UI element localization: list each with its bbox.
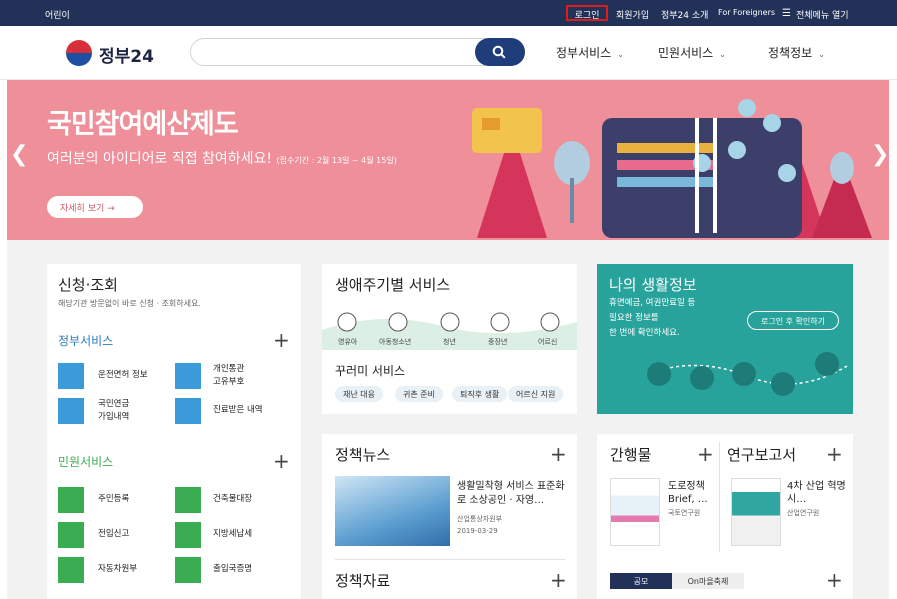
building-icon[interactable] (175, 487, 201, 513)
chevron-down-icon: ⌄ (818, 50, 825, 59)
login-link[interactable]: 로그인 (566, 5, 608, 21)
foreigners-link[interactable]: For Foreigners (718, 8, 775, 17)
stage-middle-age[interactable]: 중장년 (488, 337, 507, 347)
gov-service-pension[interactable]: 국민연금 가입내역 (98, 398, 129, 424)
nav-civil-services[interactable]: 민원서비스 ⌄ (658, 44, 726, 61)
apply-desc: 해당기관 방문없이 바로 신청 · 조회하세요. (58, 299, 201, 308)
mylife-desc: 휴면예금, 여권만료일 등 필요한 정보를 한 번에 확인하세요. (609, 298, 696, 338)
search-doc-icon[interactable] (175, 398, 201, 424)
stage-young-adult[interactable]: 청년 (443, 337, 456, 347)
kids-link[interactable]: 어린이 (45, 8, 70, 21)
banner-title: 국민참여예산제도 (47, 109, 239, 140)
policy-data-title: 정책자료 (335, 572, 391, 590)
utility-bar: 어린이 로그인 회원가입 정부24 소개 For Foreigners ☰ 전체… (0, 0, 897, 26)
search-icon (492, 45, 506, 59)
reports-more-plus-icon[interactable]: + (826, 444, 843, 464)
gov-service-customs[interactable]: 개인통관 고유부호 (213, 363, 244, 389)
id-card-icon[interactable] (175, 363, 201, 389)
hero-banner[interactable]: ❮ ❯ 국민참여예산제도 여러분의 아이디어로 직접 참여하세요! (접수기간 … (7, 80, 889, 240)
civil-services-heading[interactable]: 민원서비스 (58, 453, 113, 470)
apply-title: 신청·조회 (58, 276, 118, 294)
civil-service-immigration[interactable]: 출입국증명 (213, 563, 252, 576)
nav-gov-services[interactable]: 정부서비스 ⌄ (556, 44, 624, 61)
budget-illustration (472, 99, 872, 238)
policy-news-card: 정책뉴스 + 생활밀착형 서비스 표준화로 소상공인 · 자영… 산업통상자원부… (322, 434, 577, 599)
gov-service-license[interactable]: 운전면허 정보 (98, 369, 148, 382)
search-input[interactable] (190, 38, 525, 66)
bundle-retire[interactable]: 퇴직후 생활 (452, 386, 508, 402)
banner-detail-button[interactable]: 자세히 보기 → (47, 196, 143, 218)
civil-service-move-in[interactable]: 전입신고 (98, 528, 129, 541)
stage-infant[interactable]: 영유아 (338, 337, 357, 347)
tab-contest[interactable]: 공모 (610, 573, 672, 589)
lifecycle-title: 생애주기별 서비스 (335, 276, 451, 294)
civil-service-local-tax[interactable]: 지방세납세 (213, 528, 252, 541)
pubs-more-plus-icon[interactable]: + (697, 444, 714, 464)
apply-lookup-card: 신청·조회 해당기관 방문없이 바로 신청 · 조회하세요. 정부서비스 + 운… (47, 264, 301, 599)
pub-source: 국토연구원 (668, 509, 701, 517)
pub-cover[interactable] (610, 478, 660, 546)
intro-link[interactable]: 정부24 소개 (661, 8, 708, 21)
news-title: 정책뉴스 (335, 446, 391, 464)
tax-doc-icon[interactable] (175, 522, 201, 548)
news-thumbnail[interactable] (335, 476, 450, 546)
bundle-title: 꾸러미 서비스 (335, 364, 406, 378)
news-date: 2019-03-29 (457, 527, 498, 535)
divider (719, 442, 720, 552)
resident-doc-icon[interactable] (58, 487, 84, 513)
login-check-button[interactable]: 로그인 후 확인하기 (747, 311, 839, 330)
bundle-senior[interactable]: 어르신 지원 (508, 386, 564, 402)
mylife-title: 나의 생활정보 (609, 276, 697, 294)
chevron-down-icon: ⌄ (617, 50, 624, 59)
vehicle-doc-icon[interactable] (58, 557, 84, 583)
divider (335, 559, 565, 560)
chevron-down-icon: ⌄ (719, 50, 726, 59)
report-item-title[interactable]: 4차 산업 혁명 시… (787, 480, 847, 506)
publications-card: 간행물 + 연구보고서 + 도로정책 Brief, … 국토연구원 4차 산업 … (597, 434, 853, 599)
pubs-title: 간행물 (610, 446, 652, 464)
car-icon[interactable] (58, 363, 84, 389)
full-menu-link[interactable]: 전체메뉴 열기 (796, 8, 849, 21)
my-life-info-card: 나의 생활정보 휴면예금, 여권만료일 등 필요한 정보를 한 번에 확인하세요… (597, 264, 853, 414)
gov-services-heading[interactable]: 정부서비스 (58, 332, 113, 349)
signup-link[interactable]: 회원가입 (616, 8, 649, 21)
prev-slide-icon[interactable]: ❮ (10, 142, 28, 167)
data-more-plus-icon[interactable]: + (550, 570, 567, 590)
report-cover[interactable] (731, 478, 781, 546)
stage-youth[interactable]: 아동청소년 (379, 337, 411, 347)
life-info-icons (646, 352, 848, 396)
pub-item-title[interactable]: 도로정책 Brief, … (668, 480, 718, 506)
civil-service-vehicle[interactable]: 자동차원부 (98, 563, 137, 576)
civil-service-resident[interactable]: 주민등록 (98, 493, 129, 506)
news-more-plus-icon[interactable]: + (550, 444, 567, 464)
main-header: 정부24 정부서비스 ⌄ 민원서비스 ⌄ 정책정보 ⌄ (0, 26, 897, 80)
civil-more-plus-icon[interactable]: + (273, 451, 290, 471)
civil-service-building[interactable]: 건축물대장 (213, 493, 252, 506)
site-logo-text[interactable]: 정부24 (99, 42, 154, 67)
gov-more-plus-icon[interactable]: + (273, 330, 290, 350)
banner-subtitle: 여러분의 아이디어로 직접 참여하세요! (접수기간 : 2월 13일 ~ 4월… (47, 151, 397, 167)
tabs-more-plus-icon[interactable]: + (826, 570, 843, 590)
news-source: 산업통상자원부 (457, 515, 503, 523)
taegeuk-logo-icon[interactable] (66, 40, 92, 66)
reports-title: 연구보고서 (727, 446, 797, 464)
nav-policy-info[interactable]: 정책정보 ⌄ (768, 44, 825, 61)
gov-service-medical[interactable]: 진료받은 내역 (213, 404, 263, 417)
search-button[interactable] (475, 38, 525, 66)
bundle-rural[interactable]: 귀촌 준비 (395, 386, 443, 402)
report-source: 산업연구원 (787, 509, 820, 517)
mail-icon[interactable] (58, 398, 84, 424)
news-headline[interactable]: 생활밀착형 서비스 표준화로 소상공인 · 자영… (457, 480, 567, 508)
bundle-disaster[interactable]: 재난 대응 (335, 386, 383, 402)
house-icon[interactable] (58, 522, 84, 548)
menu-icon[interactable]: ☰ (782, 8, 791, 19)
tab-village-festival[interactable]: On마을축제 (672, 573, 744, 589)
lifecycle-card: 생애주기별 서비스 영유아 아동청소년 청년 중장년 어르신 꾸러미 서비스 재… (322, 264, 577, 414)
immigration-doc-icon[interactable] (175, 557, 201, 583)
stage-senior[interactable]: 어르신 (538, 337, 557, 347)
